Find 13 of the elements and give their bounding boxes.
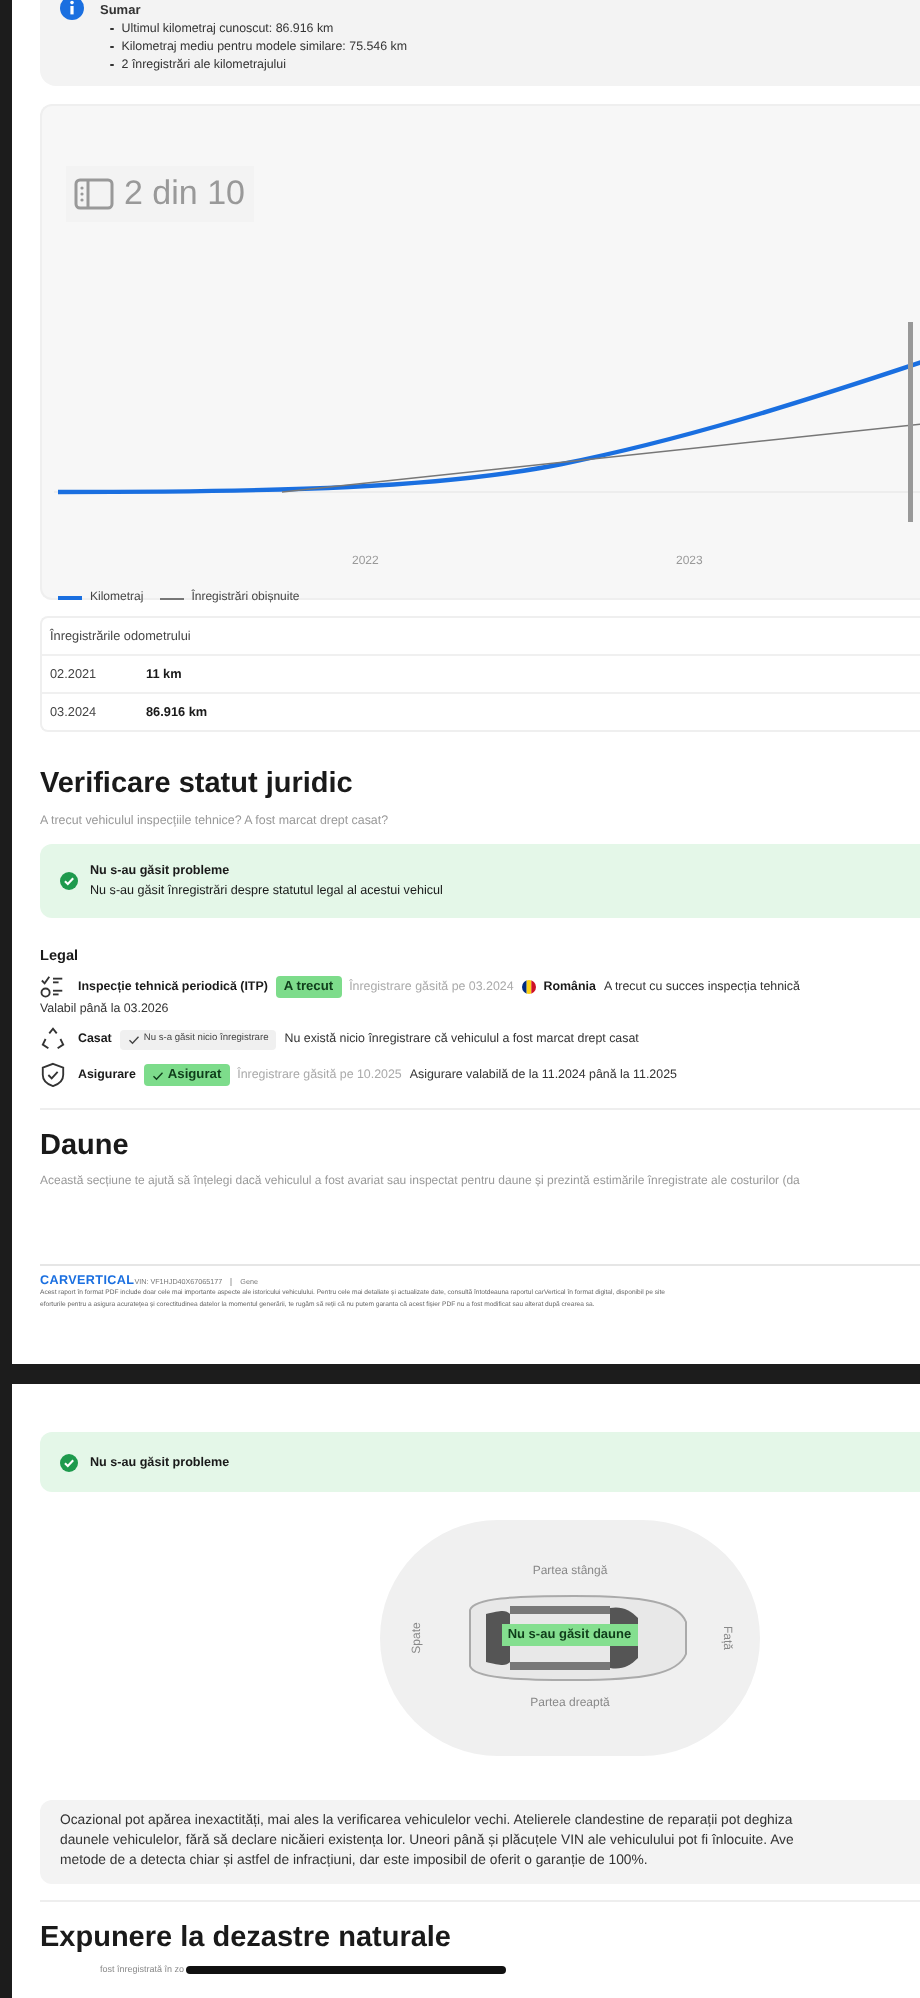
flag-icon	[521, 980, 536, 994]
check-circle-icon	[60, 872, 78, 890]
section-heading: Daune	[40, 1130, 131, 1164]
check-circle-icon	[60, 1453, 78, 1471]
shield-check-icon	[40, 1062, 66, 1088]
recycle-icon	[40, 1026, 66, 1052]
section-heading: Expunere la dezastre naturale	[40, 1922, 453, 1956]
check-icon	[151, 1069, 164, 1081]
gallery-counter: 2 din 10	[66, 166, 253, 222]
check-icon	[127, 1033, 140, 1045]
checklist-icon	[40, 974, 66, 1000]
section-heading: Verificare statut juridic	[40, 768, 355, 802]
gallery-icon	[74, 178, 114, 210]
